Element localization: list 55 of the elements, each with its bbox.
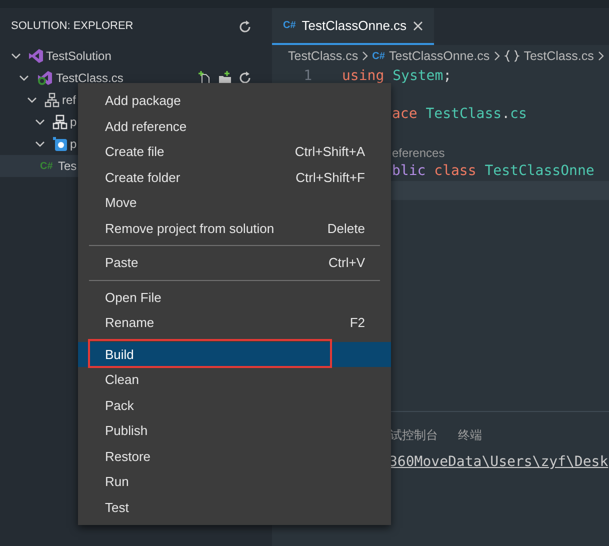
project-icon [36,70,54,86]
menu-item[interactable]: Restore [78,444,391,469]
line-number: 1 [304,68,312,84]
package-icon [52,136,68,152]
shortcut-text: Ctrl+V [328,254,365,272]
tree-item[interactable]: Tes [58,159,77,173]
sidebar-title: SOLUTION: EXPLORER [11,19,134,34]
shortcut-text: F2 [350,314,365,332]
codelens-link[interactable]: eferences [392,144,445,162]
close-icon[interactable] [412,20,423,30]
chevron-right-icon [492,50,502,62]
menu-item[interactable]: Paste Ctrl+V [78,250,391,276]
new-file-icon[interactable] [198,71,212,85]
refresh-icon[interactable] [238,20,252,34]
menu-item[interactable]: Clean [78,367,391,392]
breadcrumb-item[interactable]: TestClass.cs [524,46,594,66]
chevron-right-icon [360,50,370,62]
csharp-icon: C# [40,158,56,174]
tree-item[interactable]: ref [62,93,76,107]
menu-item[interactable]: Create folder Ctrl+Shift+F [78,164,391,190]
chevron-right-icon [596,50,606,62]
packages-icon [52,114,68,130]
menu-item[interactable]: Test [78,494,391,520]
panel-tab[interactable]: 终端 [458,426,482,444]
breadcrumb-item[interactable]: TestClassOnne.cs [388,46,490,66]
hierarchy-icon [44,92,60,108]
csharp-icon: C# [372,48,385,64]
shortcut-text: Ctrl+Shift+A [294,143,365,161]
editor-tab[interactable]: C# TestClassOnne.cs [272,8,434,45]
braces-icon [504,49,520,63]
menu-item[interactable]: Run [78,469,391,494]
menu-item[interactable]: Move [78,190,391,216]
menu-item[interactable]: Remove project from solution Delete [78,216,391,241]
code-line: ace TestClass.cs [392,105,527,124]
menu-item[interactable]: Pack [78,392,391,418]
tree-item[interactable]: p [70,137,77,151]
menu-item[interactable]: Create file Ctrl+Shift+A [78,139,391,164]
terminal-path-link[interactable]: 360MoveData\Users\zyf\Desk [389,454,608,470]
menu-item[interactable]: Open File [78,284,391,310]
tree-item[interactable]: p [70,115,77,129]
menu-item[interactable]: Publish [78,418,391,444]
breadcrumb-item[interactable]: TestClass.cs [288,46,358,66]
menu-item[interactable]: Add package [78,88,391,114]
tree-item[interactable]: TestClass.cs [56,71,124,85]
menu-item[interactable]: Rename F2 [78,310,391,336]
panel-tab[interactable]: 试控制台 [390,426,438,444]
menu-item[interactable]: Build [78,342,391,367]
shortcut-text: Ctrl+Shift+F [296,168,365,186]
refresh-icon[interactable] [238,71,252,85]
code-line: using System; [342,67,452,86]
tree-item[interactable]: TestSolution [46,49,112,63]
solution-icon [28,48,44,64]
menu-item[interactable]: Add reference [78,114,391,139]
shortcut-text: Delete [327,220,365,238]
code-line: blic class TestClassOnne [392,162,594,181]
